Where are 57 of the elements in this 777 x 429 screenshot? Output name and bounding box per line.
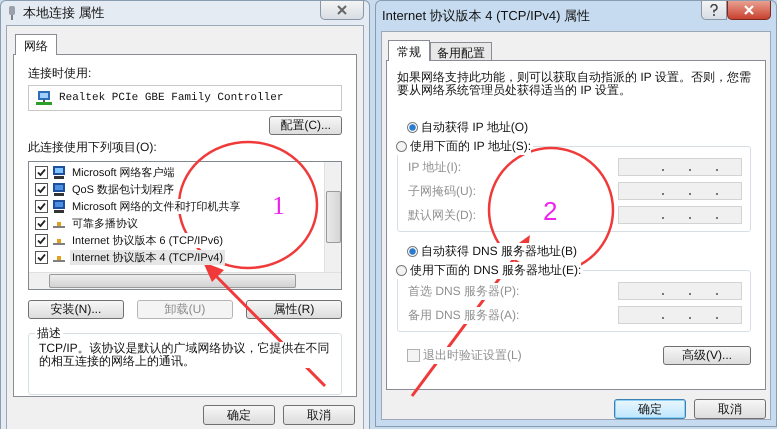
- advanced-button[interactable]: 高级(V)...: [663, 346, 751, 365]
- group-title: 描述: [35, 325, 63, 342]
- checkbox[interactable]: [35, 251, 48, 264]
- checkbox[interactable]: [35, 166, 48, 179]
- scrollbar[interactable]: [29, 272, 341, 289]
- radio-label: 使用下面的 DNS 服务器地址(E):: [410, 262, 582, 279]
- intro-text: 如果网络支持此功能，则可以获取自动指派的 IP 设置。否则，您需要从网络系统管理员处获得适当的 IP 设置。: [397, 71, 751, 97]
- annotation-number: 1: [272, 191, 285, 220]
- configure-button[interactable]: 配置(C)...: [269, 116, 342, 135]
- monitor-icon: [51, 182, 67, 197]
- list-item[interactable]: Microsoft 网络的文件和打印机共享: [70, 199, 243, 214]
- field-label: 此连接使用下列项目(O):: [28, 139, 158, 156]
- list-item[interactable]: Internet 协议版本 4 (TCP/IPv4): [70, 250, 225, 265]
- radio-button[interactable]: [396, 141, 407, 152]
- adapter-field: Realtek PCIe GBE Family Controller: [28, 85, 342, 111]
- close-icon: [743, 5, 755, 15]
- field-label: 子网掩码(U):: [408, 182, 476, 200]
- field-label: 首选 DNS 服务器(P):: [408, 282, 520, 300]
- field-label: IP 地址(I):: [408, 158, 462, 176]
- radio-button[interactable]: [396, 265, 407, 276]
- radio-button[interactable]: [407, 246, 418, 257]
- tab[interactable]: 常规: [388, 40, 430, 61]
- computer-icon: [51, 165, 67, 180]
- list-item[interactable]: 可靠多播协议: [70, 216, 140, 231]
- list-item[interactable]: Microsoft 网络客户端: [70, 165, 177, 180]
- question-icon: [710, 4, 718, 16]
- help-button[interactable]: [701, 1, 727, 20]
- radio-label: 使用下面的 IP 地址(S):: [410, 138, 532, 155]
- window-title: 本地连接 属性: [23, 4, 105, 22]
- checkbox[interactable]: [35, 183, 48, 196]
- plug-icon: [7, 5, 17, 21]
- radio-button[interactable]: [407, 122, 418, 133]
- checkbox[interactable]: [35, 200, 48, 213]
- field-label: 备用 DNS 服务器(A):: [408, 306, 520, 324]
- action-button[interactable]: 安装(N)...: [28, 300, 124, 319]
- radio-label: 自动获得 IP 地址(O): [421, 119, 528, 136]
- dialog-button[interactable]: 确定: [203, 405, 275, 425]
- radio-label: 自动获得 DNS 服务器地址(B): [421, 243, 577, 260]
- checkbox[interactable]: [35, 217, 48, 230]
- action-button[interactable]: 属性(R): [246, 300, 342, 319]
- tab[interactable]: 备用配置: [430, 42, 492, 60]
- window-title: Internet 协议版本 4 (TCP/IPv4) 属性: [382, 7, 590, 25]
- field-label: 默认网关(D):: [408, 206, 476, 224]
- list-item[interactable]: Internet 协议版本 6 (TCP/IPv6): [70, 233, 225, 248]
- monitor-icon: [51, 199, 67, 214]
- field-label: 连接时使用:: [28, 65, 92, 82]
- tab[interactable]: 网络: [15, 34, 57, 55]
- close-button[interactable]: [727, 1, 771, 20]
- close-icon: [336, 5, 348, 15]
- scrollbar[interactable]: [324, 162, 341, 272]
- network-adapter-icon: [35, 90, 53, 106]
- list-item[interactable]: QoS 数据包计划程序: [70, 182, 176, 197]
- dialog-button[interactable]: 取消: [694, 399, 766, 419]
- annotation-number: 2: [543, 196, 558, 226]
- dialog-button[interactable]: 取消: [283, 405, 355, 425]
- checkbox[interactable]: [35, 234, 48, 247]
- dialog-button[interactable]: 确定: [614, 399, 686, 419]
